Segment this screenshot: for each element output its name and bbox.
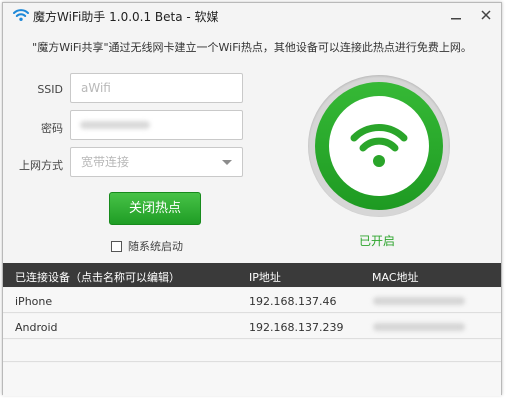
status-ring xyxy=(315,82,443,210)
table-row: Android 192.168.137.239 xyxy=(3,314,501,339)
device-mac-blurred xyxy=(373,297,465,305)
autostart-checkbox[interactable] xyxy=(111,241,122,252)
device-name[interactable]: iPhone xyxy=(15,295,52,308)
description-text: "魔方WiFi共享"通过无线网卡建立一个WiFi热点，其他设备可以连接此热点进行… xyxy=(32,41,472,54)
device-table-header: 已连接设备（点击名称可以编辑） IP地址 MAC地址 xyxy=(3,263,501,287)
ssid-input[interactable] xyxy=(70,73,243,103)
hotspot-status-indicator xyxy=(308,75,450,217)
password-label: 密码 xyxy=(41,122,63,135)
toggle-hotspot-button[interactable]: 关闭热点 xyxy=(109,192,201,225)
device-ip: 192.168.137.46 xyxy=(249,295,337,308)
wifi-icon xyxy=(350,124,408,167)
connection-mode-value: 宽带连接 xyxy=(81,155,130,169)
empty-table-row xyxy=(3,340,501,362)
ssid-label: SSID xyxy=(37,83,63,96)
title-bar: 魔方WiFi助手 1.0.0.1 Beta - 软媒 xyxy=(3,3,501,27)
device-ip: 192.168.137.239 xyxy=(249,321,344,334)
column-header-ip: IP地址 xyxy=(249,271,281,284)
password-blurred-value xyxy=(80,121,150,129)
column-header-mac: MAC地址 xyxy=(372,271,419,284)
close-button[interactable] xyxy=(475,6,497,24)
close-icon xyxy=(481,10,491,20)
connection-mode-label: 上网方式 xyxy=(19,159,63,172)
hotspot-status-label: 已开启 xyxy=(359,234,396,248)
empty-table-row xyxy=(3,363,501,396)
autostart-label: 随系统启动 xyxy=(128,240,183,253)
chevron-down-icon xyxy=(222,160,232,165)
app-window: 魔方WiFi助手 1.0.0.1 Beta - 软媒 "魔方WiFi共享"通过无… xyxy=(2,2,502,396)
window-title: 魔方WiFi助手 1.0.0.1 Beta - 软媒 xyxy=(33,10,219,24)
device-name[interactable]: Android xyxy=(15,321,58,334)
column-header-device: 已连接设备（点击名称可以编辑） xyxy=(15,271,180,284)
table-row: iPhone 192.168.137.46 xyxy=(3,288,501,313)
status-inner-circle xyxy=(329,96,429,196)
device-mac-blurred xyxy=(373,323,465,331)
minimize-icon xyxy=(451,18,461,20)
connection-mode-select[interactable]: 宽带连接 xyxy=(70,147,243,177)
autostart-option[interactable]: 随系统启动 xyxy=(111,238,183,254)
wifi-app-icon xyxy=(13,8,29,22)
minimize-button[interactable] xyxy=(445,6,467,24)
